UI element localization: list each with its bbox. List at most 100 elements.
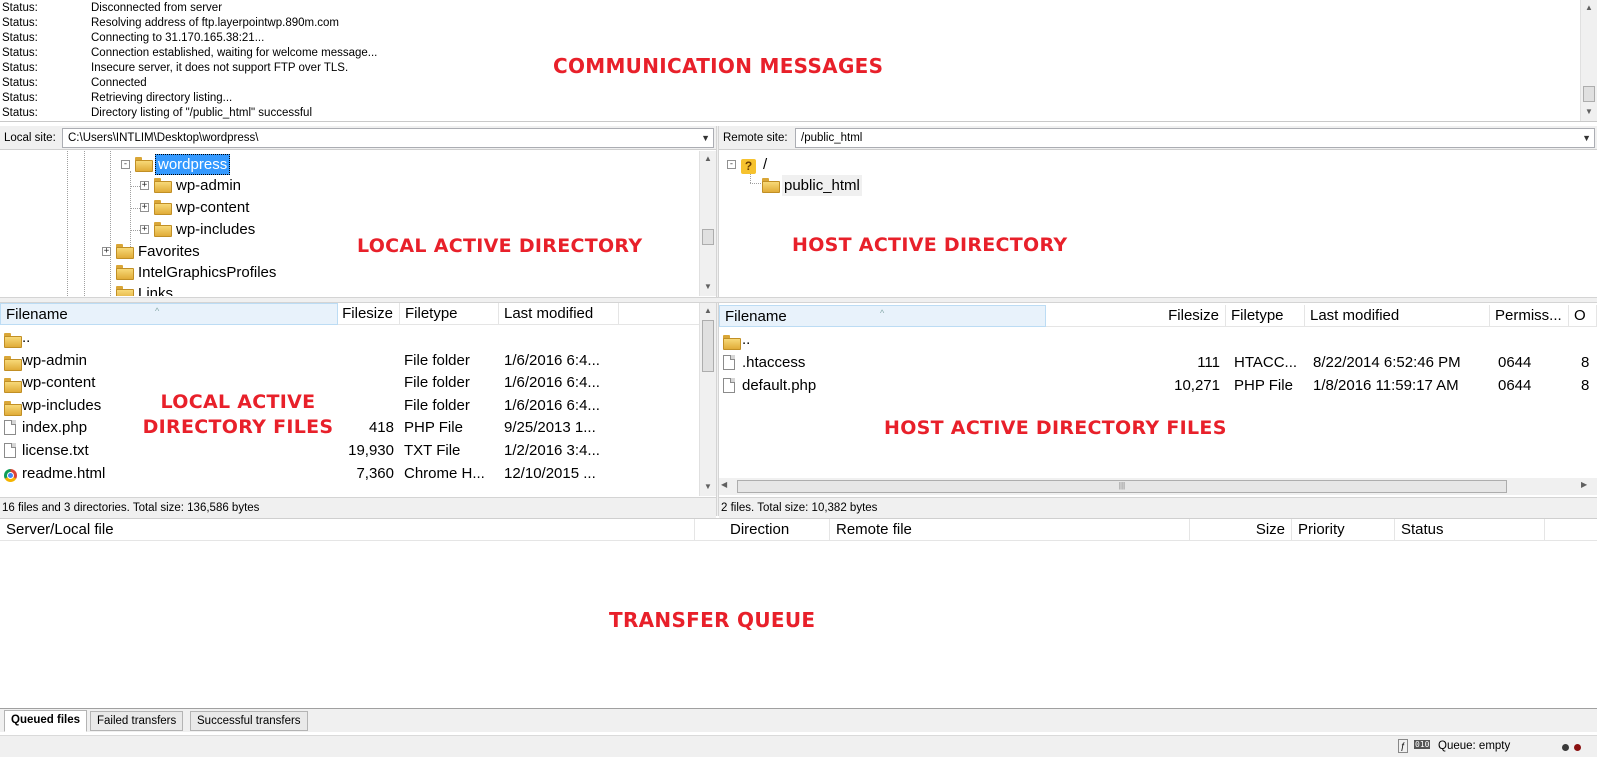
tree-node-label: Favorites — [138, 243, 200, 260]
send-indicator-icon — [1574, 744, 1581, 751]
column-remote-file[interactable]: Remote file — [830, 519, 1190, 541]
table-row[interactable]: readme.html 7,360 Chrome H... 12/10/2015 ..… — [0, 462, 699, 485]
tree-node-label: / — [763, 156, 768, 173]
star-folder-icon — [116, 244, 134, 260]
local-list-scrollbar[interactable]: ▲ ▼ — [699, 303, 716, 496]
chevron-down-icon[interactable]: ▼ — [701, 129, 710, 147]
file-name: wp-admin — [22, 351, 88, 369]
folder-icon — [154, 222, 172, 238]
local-directory-tree[interactable]: - wordpress + wp-admin + wp-content + wp… — [0, 151, 716, 296]
file-modified: 8/22/2014 6:52:46 PM — [1313, 354, 1461, 371]
expand-icon[interactable]: + — [102, 247, 111, 256]
remote-list-hscrollbar[interactable]: ◀ ||| ▶ — [719, 478, 1597, 495]
table-row[interactable]: wp-admin File folder 1/6/2016 6:4... — [0, 349, 699, 372]
collapse-icon[interactable]: - — [727, 160, 736, 169]
annotation-communication: COMMUNICATION MESSAGES — [553, 54, 884, 78]
local-file-list[interactable]: Filename ^ Filesize Filetype Last modifi… — [0, 303, 716, 496]
tab-successful-transfers[interactable]: Successful transfers — [190, 711, 308, 731]
column-size[interactable]: Size — [1190, 519, 1292, 541]
file-type: File folder — [404, 374, 470, 392]
scroll-down-arrow-icon[interactable]: ▼ — [700, 279, 716, 295]
local-path-combo[interactable]: C:\Users\INTLIM\Desktop\wordpress\ ▼ — [62, 128, 714, 148]
file-modified: 1/8/2016 11:59:17 AM — [1313, 377, 1459, 394]
local-list-header: Filename ^ Filesize Filetype Last modifi… — [0, 303, 716, 325]
annotation-local-files: LOCAL ACTIVE DIRECTORY FILES — [142, 391, 334, 438]
table-row[interactable]: index.php 418 PHP File 9/25/2013 1... — [0, 416, 699, 439]
scroll-right-arrow-icon[interactable]: ▶ — [1581, 480, 1587, 489]
folder-icon — [154, 178, 172, 194]
chevron-down-icon[interactable]: ▼ — [1582, 129, 1591, 147]
column-owner[interactable]: O — [1569, 305, 1597, 327]
sort-arrow-icon: ^ — [880, 308, 885, 318]
table-row[interactable]: .. — [719, 328, 1597, 351]
table-row[interactable]: default.php 10,271 PHP File 1/8/2016 11:59:… — [719, 374, 1597, 397]
remote-directory-tree[interactable]: - ? / public_html — [719, 151, 1597, 298]
expand-icon[interactable]: + — [140, 203, 149, 212]
folder-icon — [116, 286, 134, 296]
file-type: Chrome H... — [404, 464, 485, 482]
remote-summary: 2 files. Total size: 10,382 bytes — [719, 497, 1597, 518]
column-server-local-file[interactable]: Server/Local file — [0, 519, 695, 541]
scroll-thumb[interactable] — [1583, 86, 1595, 102]
tab-queued-files[interactable]: Queued files — [4, 710, 88, 732]
file-icon — [723, 377, 735, 400]
scroll-down-arrow-icon[interactable]: ▼ — [1581, 104, 1597, 120]
remote-path-combo[interactable]: /public_html ▼ — [795, 128, 1595, 148]
column-last-modified[interactable]: Last modified — [1305, 305, 1490, 327]
scroll-down-arrow-icon[interactable]: ▼ — [700, 479, 716, 495]
table-row[interactable]: .htaccess 111 HTACC... 8/22/2014 6:52:46 PM… — [719, 351, 1597, 374]
column-filename[interactable]: Filename ^ — [0, 303, 338, 325]
column-last-modified[interactable]: Last modified — [499, 303, 619, 325]
tree-node-label: wp-admin — [176, 177, 242, 194]
tree-node-label: Links — [138, 285, 174, 296]
column-direction[interactable]: Direction — [724, 519, 830, 541]
table-row[interactable]: license.txt 19,930 TXT File 1/2/2016 3:4... — [0, 439, 699, 462]
file-modified: 1/6/2016 6:4... — [504, 374, 600, 392]
log-message: Connection established, waiting for welc… — [91, 47, 378, 59]
column-priority[interactable]: Priority — [1292, 519, 1395, 541]
scroll-left-arrow-icon[interactable]: ◀ — [721, 480, 727, 489]
local-tree-scrollbar[interactable]: ▲ ▼ — [699, 151, 716, 296]
file-type: HTACC... — [1234, 354, 1298, 371]
scroll-thumb[interactable]: ||| — [737, 480, 1507, 493]
column-permissions[interactable]: Permiss... — [1490, 305, 1569, 327]
filter-icon[interactable]: ƒ — [1398, 739, 1408, 753]
table-row[interactable]: wp-includes File folder 1/6/2016 6:4... — [0, 394, 699, 417]
tree-node-label: IntelGraphicsProfiles — [138, 264, 277, 281]
column-filesize[interactable]: Filesize — [338, 303, 400, 325]
scroll-thumb[interactable] — [702, 320, 714, 372]
scroll-up-arrow-icon[interactable]: ▲ — [700, 303, 716, 319]
remote-list-header: Filename ^ Filesize Filetype Last modifi… — [719, 305, 1597, 327]
column-filesize[interactable]: Filesize — [1046, 305, 1226, 327]
log-message: Connected — [91, 77, 147, 89]
log-message: Insecure server, it does not support FTP… — [91, 62, 349, 74]
log-message: Retrieving directory listing... — [91, 92, 233, 104]
column-filename[interactable]: Filename ^ — [719, 305, 1046, 327]
scroll-up-arrow-icon[interactable]: ▲ — [700, 151, 716, 167]
expand-icon[interactable]: + — [140, 225, 149, 234]
file-type: File folder — [404, 396, 470, 414]
remote-file-list[interactable]: Filename ^ Filesize Filetype Last modifi… — [719, 303, 1597, 496]
log-scrollbar[interactable]: ▲ ▼ — [1580, 0, 1597, 121]
scroll-up-arrow-icon[interactable]: ▲ — [1581, 0, 1597, 16]
tab-failed-transfers[interactable]: Failed transfers — [90, 711, 184, 731]
binary-mode-icon[interactable]: 010 — [1414, 740, 1431, 749]
file-owner: 8 — [1581, 377, 1590, 394]
table-row[interactable]: .. — [0, 326, 699, 349]
file-size: 19,930 — [348, 442, 394, 459]
log-message: Directory listing of "/public_html" succ… — [91, 107, 312, 119]
column-filetype[interactable]: Filetype — [1226, 305, 1305, 327]
column-status[interactable]: Status — [1395, 519, 1545, 541]
table-row[interactable]: wp-content File folder 1/6/2016 6:4... — [0, 371, 699, 394]
tree-node-label: wp-includes — [176, 221, 256, 238]
collapse-icon[interactable]: - — [121, 160, 130, 169]
annotation-transfer-queue: TRANSFER QUEUE — [609, 608, 816, 632]
folder-icon — [135, 157, 153, 173]
scroll-thumb[interactable] — [702, 229, 714, 245]
log-status-label: Status: — [2, 47, 38, 59]
log-message: Connecting to 31.170.165.38:21... — [91, 32, 265, 44]
file-modified: 9/25/2013 1... — [504, 419, 596, 437]
expand-icon[interactable]: + — [140, 181, 149, 190]
column-filetype[interactable]: Filetype — [400, 303, 499, 325]
file-type: TXT File — [404, 442, 461, 459]
